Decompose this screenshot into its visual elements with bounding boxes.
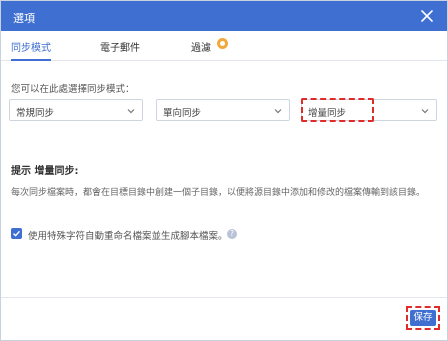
- chevron-down-icon: [273, 106, 283, 116]
- select-value: 單向同步: [163, 108, 202, 119]
- save-button[interactable]: 保存: [410, 310, 436, 326]
- footer-divider: [1, 297, 447, 298]
- sync-mode-label: 您可以在此處選擇同步模式：: [11, 84, 135, 95]
- close-icon[interactable]: [417, 6, 437, 26]
- tab-filter[interactable]: 過濾: [191, 39, 211, 54]
- save-button-highlight: 保存: [406, 306, 440, 330]
- active-tab-indicator: [11, 59, 51, 61]
- tab-email[interactable]: 電子郵件: [100, 39, 140, 54]
- rename-special-chars-checkbox[interactable]: [11, 228, 22, 239]
- select-value: 常規同步: [16, 108, 55, 119]
- tab-sync-mode[interactable]: 同步模式: [11, 39, 51, 54]
- chevron-down-icon: [420, 106, 430, 116]
- rename-special-chars-label: 使用特殊字符自動重命名檔案並生成腳本檔案。: [28, 231, 228, 242]
- help-icon[interactable]: ?: [227, 229, 237, 239]
- dialog-title: 選項: [13, 12, 35, 25]
- tip-body: 每次同步檔案時，都會在目標目錄中創建一個子目錄，以便將源目錄中添加和修改的檔案傳…: [11, 188, 426, 198]
- select-value: 增量同步: [308, 108, 347, 119]
- select-incremental-sync[interactable]: 增量同步: [301, 99, 437, 121]
- dialog-titlebar: 選項: [1, 1, 447, 31]
- tip-title: 提示 增量同步:: [11, 166, 79, 177]
- select-normal-sync[interactable]: 常規同步: [9, 99, 143, 121]
- chevron-down-icon: [126, 106, 136, 116]
- options-dialog: 選項 同步模式 電子郵件 過濾 您可以在此處選擇同步模式： 常規同步 單向同步 …: [0, 0, 448, 341]
- pro-badge-icon: [217, 38, 228, 49]
- select-one-way-sync[interactable]: 單向同步: [156, 99, 290, 121]
